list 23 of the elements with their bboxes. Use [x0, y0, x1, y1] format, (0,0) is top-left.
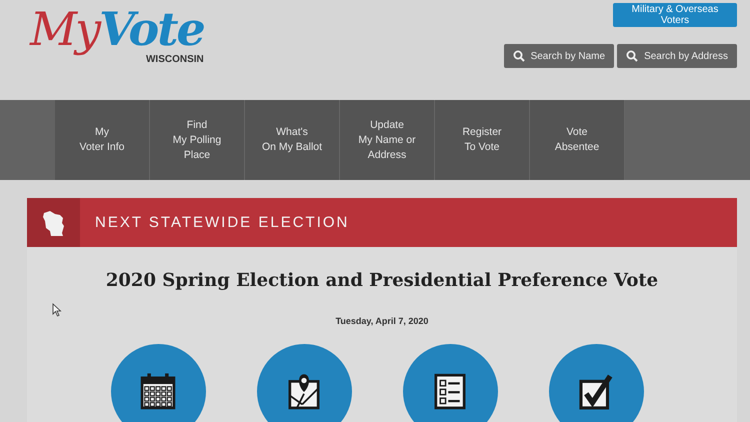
nav-item[interactable]: Update My Name or Address	[340, 100, 435, 180]
logo-text: My	[30, 2, 100, 56]
search-button[interactable]: Search by Name	[504, 44, 614, 68]
banner-title: NEXT STATEWIDE ELECTION	[95, 214, 350, 231]
election-title: 2020 Spring Election and Presidential Preference Vote	[104, 270, 660, 291]
calendar-icon	[140, 372, 176, 409]
cursor-icon	[52, 303, 62, 317]
overseas-voters-button[interactable]: Military & Overseas Voters	[613, 3, 737, 27]
election-date: Tuesday, April 7, 2020	[334, 316, 430, 326]
search-button[interactable]: Search by Address	[617, 44, 737, 68]
logo-text: Vote	[99, 2, 204, 56]
checkbox-icon	[579, 374, 612, 409]
nav-item[interactable]: Find My Polling Place	[150, 100, 245, 180]
map-pin-icon	[288, 374, 320, 409]
nav-item[interactable]: My Voter Info	[55, 100, 150, 180]
logo-subtitle: WISCONSIN	[146, 54, 204, 65]
nav-item[interactable]: What's On My Ballot	[245, 100, 340, 180]
nav-item[interactable]: Register To Vote	[435, 100, 530, 180]
search-icon	[626, 50, 638, 62]
search-icon	[512, 50, 525, 62]
checklist-icon	[434, 373, 466, 409]
state-map-icon	[42, 208, 66, 236]
nav-item[interactable]: Vote Absentee	[530, 100, 625, 180]
